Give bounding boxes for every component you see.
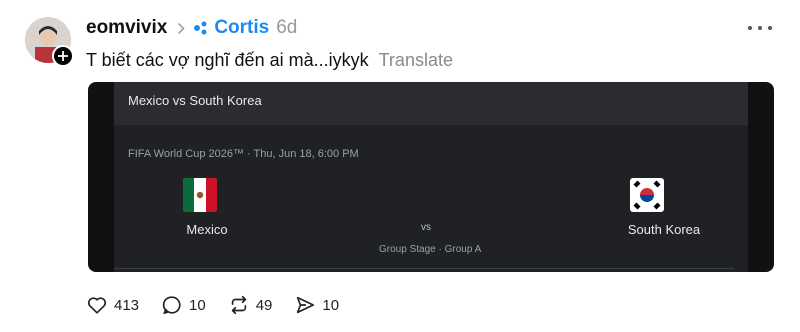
follow-button[interactable] bbox=[52, 45, 74, 67]
match-card-panel: Mexico vs South Korea FIFA World Cup 202… bbox=[114, 82, 748, 272]
card-title-bar: Mexico vs South Korea bbox=[114, 82, 748, 125]
repost-icon bbox=[231, 295, 246, 315]
comment-icon bbox=[162, 296, 181, 315]
like-count: 413 bbox=[114, 296, 140, 314]
team-away: South Korea bbox=[627, 222, 701, 237]
match-meta: FIFA World Cup 2026™ · Thu, Jun 18, 6:00… bbox=[128, 148, 359, 160]
repost-button[interactable]: 49 bbox=[228, 294, 273, 316]
vs-label: vs bbox=[421, 222, 431, 233]
south-korea-flag-icon bbox=[630, 178, 664, 212]
community-link[interactable]: Cortis bbox=[193, 17, 269, 39]
post-time: 6d bbox=[276, 17, 298, 38]
plus-icon bbox=[58, 51, 68, 61]
heart-icon bbox=[87, 297, 107, 314]
username[interactable]: eomvivix bbox=[86, 17, 167, 39]
team-home: Mexico bbox=[186, 222, 228, 237]
community-name: Cortis bbox=[214, 17, 270, 38]
translate-link[interactable]: Translate bbox=[379, 50, 453, 71]
post-body: T biết các vợ nghĩ đến ai mà...iykyk bbox=[86, 49, 369, 70]
post-text: T biết các vợ nghĩ đến ai mà...iykyk Tra… bbox=[86, 48, 453, 72]
like-button[interactable]: 413 bbox=[86, 294, 139, 316]
post-actions: 413 10 49 10 bbox=[86, 292, 361, 318]
share-count: 10 bbox=[322, 296, 340, 314]
match-stage: Group Stage · Group A bbox=[379, 244, 482, 255]
reply-count: 10 bbox=[189, 296, 206, 314]
match-card-image[interactable]: Mexico vs South Korea FIFA World Cup 202… bbox=[88, 82, 774, 272]
community-dots-icon bbox=[194, 21, 207, 35]
match-title: Mexico vs South Korea bbox=[128, 93, 262, 108]
mexico-flag-icon bbox=[183, 178, 217, 212]
send-icon bbox=[297, 296, 315, 314]
repost-count: 49 bbox=[255, 296, 273, 314]
more-horizontal-icon[interactable] bbox=[748, 19, 772, 37]
card-divider bbox=[114, 268, 734, 269]
reply-button[interactable]: 10 bbox=[161, 294, 206, 316]
chevron-right-icon bbox=[177, 22, 185, 35]
share-button[interactable]: 10 bbox=[294, 294, 339, 316]
post-header: eomvivix Cortis 6d bbox=[86, 14, 297, 42]
